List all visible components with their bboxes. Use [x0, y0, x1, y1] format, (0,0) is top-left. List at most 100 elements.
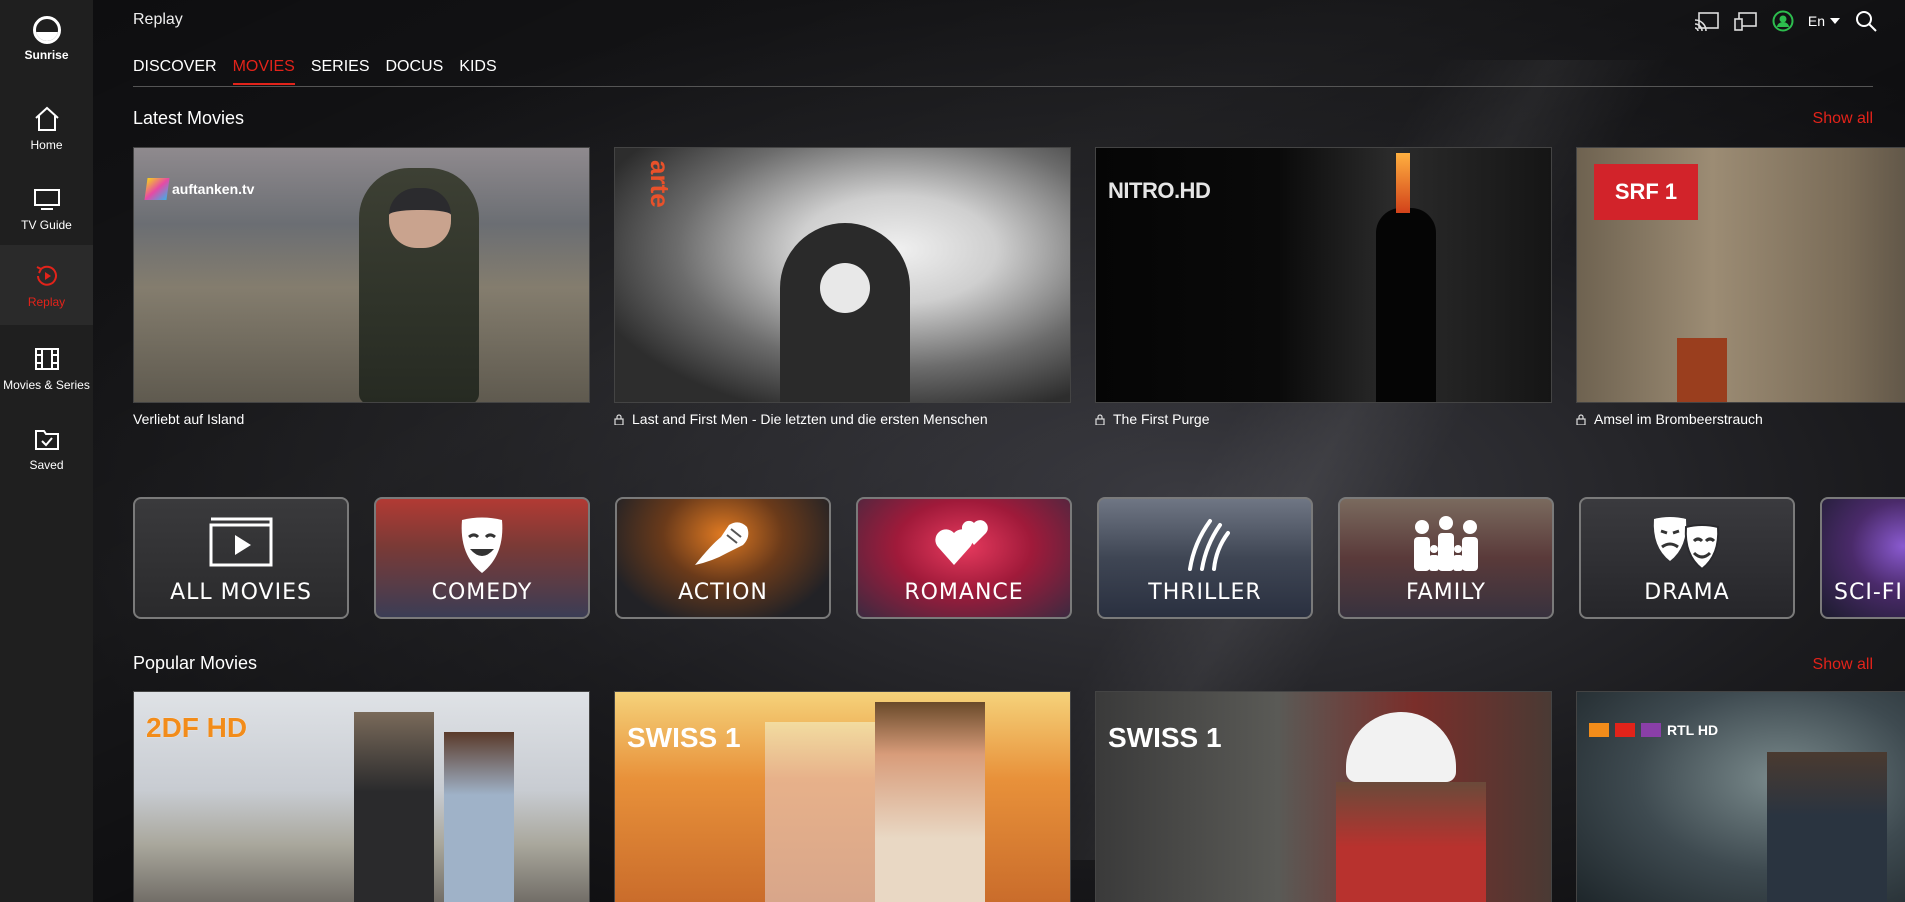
- film-icon: [34, 348, 59, 370]
- channel-logo: SWISS 1: [627, 722, 741, 753]
- family-icon: [1414, 516, 1478, 571]
- genre-label: SCI-FI &: [1834, 580, 1905, 605]
- poster-figure: [1376, 208, 1436, 402]
- lock-icon: [614, 413, 624, 425]
- claw-marks-icon: [1188, 519, 1230, 571]
- show-all-popular-link[interactable]: Show all: [1813, 656, 1873, 674]
- tabs-divider: [133, 86, 1873, 87]
- sidebar-item-label: Home: [30, 138, 63, 152]
- channel-logo: arte: [645, 160, 675, 208]
- poster-monument: [780, 223, 910, 402]
- poster-figure: [354, 712, 434, 902]
- genre-label: FAMILY: [1406, 580, 1486, 605]
- tab-kids[interactable]: KIDS: [459, 58, 496, 85]
- channel-logo: SWISS 1: [1108, 722, 1222, 753]
- genre-action[interactable]: ACTION: [615, 497, 831, 619]
- sidebar-item-tv-guide[interactable]: TV Guide: [0, 168, 93, 248]
- rtl-block-l: [1641, 723, 1661, 737]
- poster-face: [389, 188, 451, 248]
- search-icon[interactable]: [1855, 10, 1877, 32]
- page-title: Replay: [133, 11, 183, 28]
- channel-logo: SRF 1: [1594, 164, 1698, 220]
- tab-docus[interactable]: DOCUS: [386, 58, 444, 85]
- movie-poster[interactable]: RTL HD: [1576, 691, 1905, 902]
- genre-romance[interactable]: ROMANCE: [856, 497, 1072, 619]
- tv-icon: [33, 189, 60, 210]
- genre-sci-fi[interactable]: SCI-FI &: [1820, 497, 1905, 619]
- genre-label: THRILLER: [1148, 580, 1262, 605]
- genre-all-movies[interactable]: ALL MOVIES: [133, 497, 349, 619]
- movie-poster[interactable]: 2DF HD: [133, 691, 590, 902]
- brand-name: Sunrise: [24, 48, 69, 62]
- genre-label: ACTION: [678, 580, 768, 605]
- poster-monument-hole: [820, 263, 870, 313]
- movie-poster[interactable]: NITRO.HD: [1095, 147, 1552, 403]
- sidebar-item-label: Saved: [29, 458, 64, 472]
- movie-poster[interactable]: arte: [614, 147, 1071, 403]
- fist-icon: [695, 522, 749, 565]
- sidebar-item-saved[interactable]: Saved: [0, 408, 93, 488]
- poster-hardhat: [1346, 712, 1456, 782]
- poster-torch: [1396, 153, 1410, 213]
- genre-label: COMEDY: [431, 580, 533, 605]
- saved-icon: [34, 430, 59, 450]
- header-actions: En: [1694, 10, 1877, 32]
- movie-title[interactable]: The First Purge: [1095, 411, 1209, 427]
- sidebar-item-label: Movies & Series: [3, 378, 90, 392]
- poster-figure: [1336, 782, 1486, 902]
- lock-icon: [1576, 413, 1586, 425]
- genre-thriller[interactable]: THRILLER: [1097, 497, 1313, 619]
- auftanken-logo-icon: [144, 178, 170, 200]
- show-all-latest-link[interactable]: Show all: [1813, 110, 1873, 128]
- poster-figure: [444, 732, 514, 902]
- sidebar-item-replay[interactable]: Replay: [0, 245, 93, 325]
- sidebar: Sunrise Home TV Guide Replay Movies & Se…: [0, 0, 93, 902]
- cast-icon[interactable]: [1694, 11, 1720, 31]
- sidebar-item-label: Replay: [27, 295, 66, 309]
- genre-family[interactable]: FAMILY: [1338, 497, 1554, 619]
- sunrise-logo-icon: [32, 16, 61, 44]
- movie-title[interactable]: Last and First Men - Die letzten und die…: [614, 411, 988, 427]
- movie-poster[interactable]: SWISS 1: [1095, 691, 1552, 902]
- channel-logo: auftanken.tv: [144, 178, 254, 200]
- clapperboard-icon: [209, 517, 273, 567]
- category-tabs: DISCOVER MOVIES SERIES DOCUS KIDS: [133, 58, 497, 85]
- sidebar-item-home[interactable]: Home: [0, 88, 93, 168]
- tab-movies[interactable]: MOVIES: [232, 58, 295, 85]
- hearts-icon: [935, 520, 988, 565]
- movie-poster[interactable]: auftanken.tv: [133, 147, 590, 403]
- poster-figure: [875, 702, 985, 902]
- chevron-down-icon: [1830, 18, 1840, 24]
- main-content: Replay En DISCOVER MOVIES SERIES DOCUS K…: [93, 0, 1905, 902]
- rtl-block-t: [1615, 723, 1635, 737]
- movie-title[interactable]: Amsel im Brombeerstrauch: [1576, 411, 1763, 427]
- drama-masks-icon: [1653, 517, 1720, 571]
- screen-icon[interactable]: [1734, 11, 1758, 31]
- movie-title[interactable]: Verliebt auf Island: [133, 411, 244, 427]
- replay-icon: [36, 265, 57, 286]
- genre-label: ROMANCE: [904, 580, 1024, 605]
- tab-series[interactable]: SERIES: [311, 58, 370, 85]
- genre-label: DRAMA: [1644, 580, 1730, 605]
- home-icon: [34, 106, 59, 131]
- movie-poster[interactable]: SWISS 1: [614, 691, 1071, 902]
- channel-logo: NITRO.HD: [1108, 178, 1211, 203]
- poster-chair: [1677, 338, 1727, 402]
- comedy-mask-icon: [461, 517, 503, 573]
- sidebar-item-movies-series[interactable]: Movies & Series: [0, 328, 93, 408]
- sidebar-item-label: TV Guide: [21, 218, 72, 232]
- genre-drama[interactable]: DRAMA: [1579, 497, 1795, 619]
- tab-discover[interactable]: DISCOVER: [133, 58, 217, 85]
- section-title-popular: Popular Movies: [133, 653, 258, 673]
- section-title-latest: Latest Movies: [133, 108, 245, 128]
- sunrise-logo[interactable]: Sunrise: [0, 16, 93, 62]
- language-selector[interactable]: En: [1808, 13, 1841, 29]
- channel-logo: 2DF HD: [146, 712, 248, 743]
- language-label: En: [1807, 13, 1825, 29]
- profile-icon[interactable]: [1772, 10, 1794, 32]
- movie-poster[interactable]: SRF 1: [1576, 147, 1905, 403]
- channel-logo: RTL HD: [1589, 722, 1718, 738]
- poster-figure: [1767, 752, 1887, 902]
- rtl-block-r: [1589, 723, 1609, 737]
- genre-comedy[interactable]: COMEDY: [374, 497, 590, 619]
